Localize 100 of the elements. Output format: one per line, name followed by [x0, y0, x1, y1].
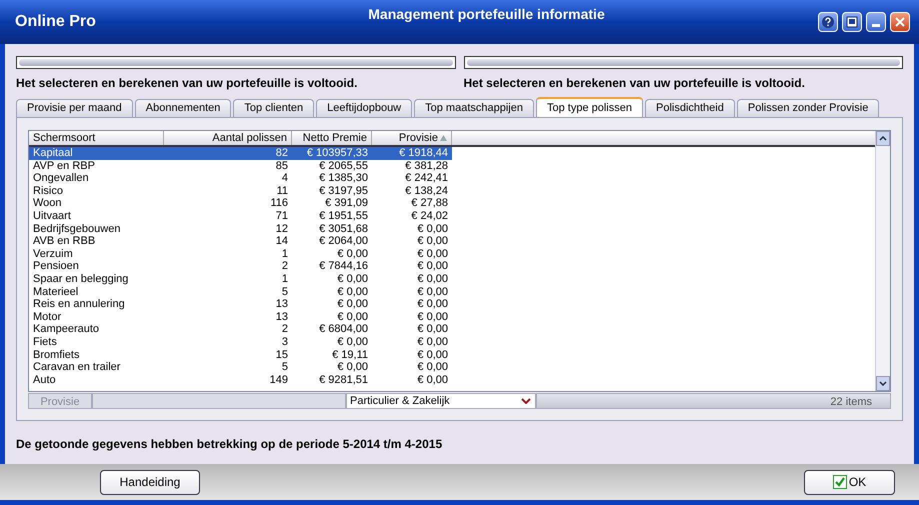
table-row[interactable]: Motor 13 € 0,00 € 0,00	[29, 310, 452, 324]
count-cell-text: 15	[274, 348, 289, 362]
premium-cell-text: € 391,09	[324, 197, 369, 210]
tab[interactable]: Polissen zonder Provisie	[736, 99, 880, 117]
table-row[interactable]: Fiets 3 € 0,00 € 0,00	[29, 336, 452, 348]
count-cell-text: 2	[280, 323, 289, 336]
scrollbar[interactable]	[875, 131, 890, 391]
ok-button[interactable]: OK	[804, 470, 895, 494]
premium-cell-text: € 3197,95	[318, 184, 369, 198]
table-row[interactable]: Pensioen 2 € 7844,16 € 0,00	[29, 260, 452, 273]
column-header[interactable]: Aantal polissen	[164, 131, 292, 145]
commission-cell-text: € 0,00	[416, 222, 449, 236]
count-cell-text: 13	[274, 310, 289, 324]
name-cell-text: Spaar en belegging	[32, 272, 130, 286]
tab[interactable]: Top type polissen	[536, 97, 643, 117]
commission-cell-text: € 0,00	[416, 310, 449, 324]
column-header[interactable]: Netto Premie	[292, 131, 372, 145]
premium-cell-text: € 1951,55	[318, 210, 369, 223]
table-row[interactable]: Ongevallen 4 € 1385,30 € 242,41	[29, 172, 452, 185]
commission-cell-text: € 0,00	[416, 323, 449, 336]
count-cell-text: 149	[268, 374, 289, 386]
premium-cell-text: € 0,00	[336, 310, 369, 324]
name-cell-text: AVB en RBB	[32, 235, 96, 248]
count-cell-text: 5	[280, 286, 289, 298]
column-title: Provisie	[398, 130, 438, 146]
premium-cell-text: € 0,00	[336, 286, 369, 298]
commission-cell-text: € 138,24	[404, 184, 449, 198]
filter-value: Particulier & Zakelijk	[350, 394, 450, 409]
table-row[interactable]: Materieel 5 € 0,00 € 0,00	[29, 286, 452, 298]
premium-cell-text: € 0,00	[336, 298, 369, 311]
table-row[interactable]: Reis en annulering 13 € 0,00 € 0,00	[29, 298, 452, 311]
premium-cell-text: € 2064,00	[318, 235, 369, 248]
table-row[interactable]: Bromfiets 15 € 19,11 € 0,00	[29, 348, 452, 362]
tab[interactable]: Abonnementen	[134, 99, 232, 117]
count-cell-text: 1	[280, 248, 289, 260]
count-cell-text: 11	[276, 184, 289, 198]
manual-button[interactable]: Handeiding	[100, 470, 200, 494]
table-row[interactable]: AVB en RBB 14 € 2064,00 € 0,00	[29, 235, 452, 248]
table-row[interactable]: Bedrijfsgebouwen 12 € 3051,68 € 0,00	[29, 222, 452, 236]
commission-cell-text: € 0,00	[416, 374, 449, 386]
status-message: Het selecteren en berekenen van uw portefeuille is voltooid.	[16, 75, 358, 92]
commission-cell-text: € 0,00	[416, 260, 449, 273]
name-cell-text: Ongevallen	[32, 172, 90, 185]
document-icon	[846, 16, 858, 28]
tab[interactable]: Top clienten	[233, 99, 314, 117]
item-count: 22 items	[536, 393, 891, 409]
count-cell-text: 14	[274, 235, 289, 248]
sort-arrow-icon	[440, 135, 447, 141]
name-cell-text: Caravan en trailer	[32, 361, 122, 374]
commission-cell-text: € 0,00	[416, 298, 449, 311]
filter-dropdown[interactable]: Particulier & Zakelijk	[346, 393, 536, 409]
premium-cell-text: € 0,00	[336, 272, 369, 286]
table-row[interactable]: Kampeerauto 2 € 6804,00 € 0,00	[29, 323, 452, 336]
table-row[interactable]: Uitvaart 71 € 1951,55 € 24,02	[29, 210, 452, 223]
commission-cell-text: € 0,00	[416, 336, 449, 348]
commission-cell-text: € 381,28	[404, 160, 449, 172]
column-title: Aantal polissen	[212, 130, 287, 146]
chevron-down-icon	[879, 381, 887, 386]
close-button[interactable]	[890, 12, 910, 32]
premium-cell-text: € 9281,51	[318, 374, 369, 386]
premium-cell-text: € 2065,55	[318, 160, 369, 172]
help-button[interactable]	[818, 12, 838, 32]
table-row[interactable]: AVP en RBP 85 € 2065,55 € 381,28	[29, 160, 452, 172]
column-header[interactable]: Provisie	[372, 131, 452, 145]
premium-cell-text: € 103957,33	[306, 147, 369, 160]
premium-cell-text: € 7844,16	[318, 260, 369, 273]
print-button[interactable]	[842, 12, 862, 32]
minimize-button[interactable]	[866, 12, 886, 32]
name-cell-text: Uitvaart	[32, 210, 72, 223]
window-title: Management portefeuille informatie	[367, 4, 606, 24]
name-cell-text: Materieel	[32, 286, 80, 298]
table-row[interactable]: Verzuim 1 € 0,00 € 0,00	[29, 248, 452, 260]
table-row[interactable]: Woon 116 € 391,09 € 27,88	[29, 197, 452, 210]
premium-cell-text: € 3051,68	[318, 222, 369, 236]
chevron-down-icon	[521, 398, 531, 404]
table-row[interactable]: Auto 149 € 9281,51 € 0,00	[29, 374, 452, 386]
name-cell-text: Reis en annulering	[32, 298, 126, 311]
column-header[interactable]: Schermsoort	[29, 131, 164, 145]
commission-cell-text: € 0,00	[416, 348, 449, 362]
premium-cell-text: € 1385,30	[318, 172, 369, 185]
count-cell-text: 4	[280, 172, 289, 185]
name-cell-text: Motor	[32, 310, 62, 324]
count-cell-text: 3	[280, 336, 289, 348]
tab[interactable]: Top maatschappijen	[414, 99, 534, 117]
count-cell-text: 71	[274, 210, 289, 223]
table-row[interactable]: Spaar en belegging 1 € 0,00 € 0,00	[29, 272, 452, 286]
name-cell-text: Bedrijfsgebouwen	[32, 222, 122, 236]
tab[interactable]: Polisdichtheid	[644, 99, 735, 117]
tab[interactable]: Leeftijdopbouw	[316, 99, 412, 117]
name-cell-text: Kampeerauto	[32, 323, 100, 336]
name-cell-text: Auto	[32, 374, 57, 386]
name-cell-text: Fiets	[32, 336, 58, 348]
name-cell-text: Risico	[32, 184, 64, 198]
minimize-icon	[872, 24, 880, 27]
name-cell-text: Kapitaal	[32, 147, 74, 160]
table-row[interactable]: Risico 11 € 3197,95 € 138,24	[29, 184, 452, 198]
count-cell-text: 1	[280, 272, 289, 286]
tab[interactable]: Provisie per maand	[16, 99, 133, 117]
table-row[interactable]: Kapitaal 82 € 103957,33 € 1918,44	[29, 147, 452, 160]
table-row[interactable]: Caravan en trailer 5 € 0,00 € 0,00	[29, 361, 452, 374]
